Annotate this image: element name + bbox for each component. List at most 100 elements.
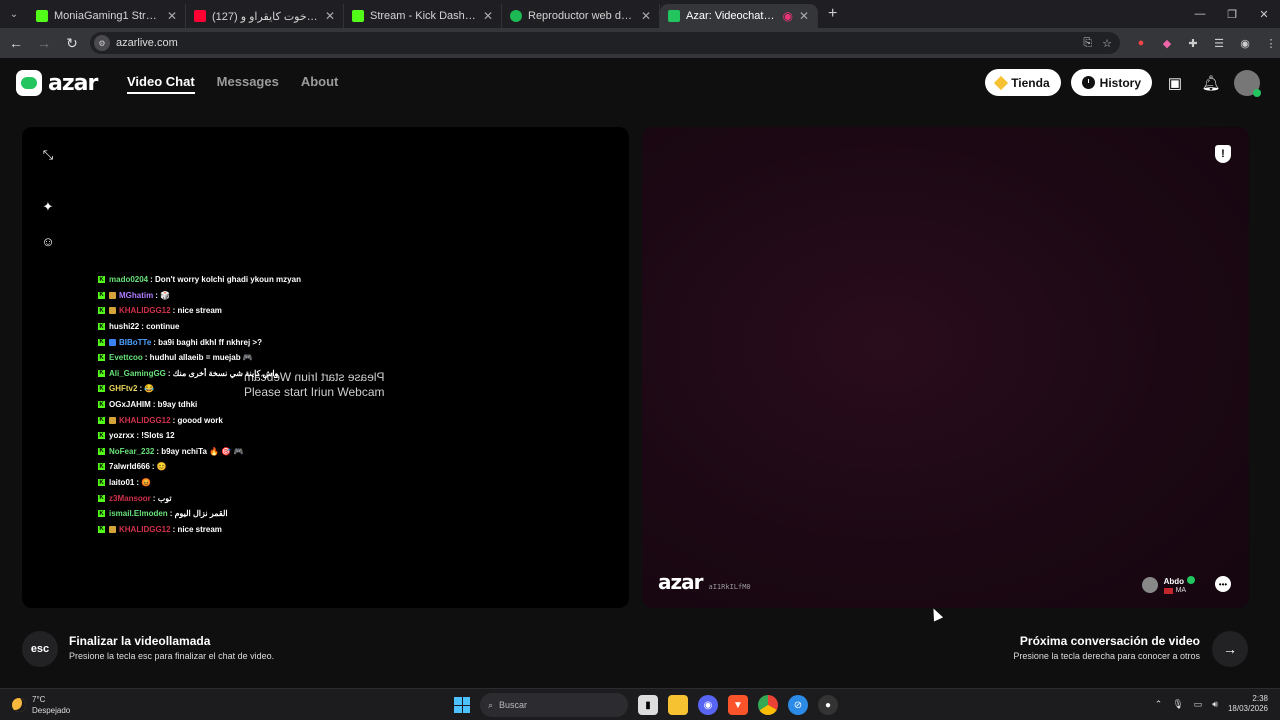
brave-icon[interactable]: ▼ — [728, 695, 748, 715]
next-arrow-button[interactable]: → — [1212, 631, 1248, 667]
site-info-icon[interactable]: ⚙ — [94, 35, 110, 51]
profile-icon[interactable]: ◉ — [1238, 36, 1252, 50]
weather-widget[interactable]: 7°C Despejado — [12, 694, 70, 716]
nav-video-chat[interactable]: Video Chat — [127, 74, 195, 94]
chrome-icon[interactable] — [758, 695, 778, 715]
chat-message: K 7alwrld666: 😊 — [98, 459, 301, 475]
task-view-icon[interactable]: ▮ — [638, 695, 658, 715]
obs-icon[interactable]: ● — [818, 695, 838, 715]
forward-icon[interactable]: → — [32, 31, 56, 55]
chat-username: ismail.Elmoden — [109, 509, 168, 519]
maximize-icon[interactable]: ❐ — [1216, 0, 1248, 28]
peer-info[interactable]: Abdo MA — [1141, 576, 1195, 594]
chat-username: hushi22 — [109, 322, 140, 332]
network-icon[interactable]: ▭ — [1194, 699, 1203, 710]
kick-badge-icon: K — [98, 291, 105, 299]
tab-close-icon[interactable]: ✕ — [483, 9, 493, 23]
browser-tab[interactable]: Stream - Kick Dashboard ✕ — [344, 4, 502, 28]
peer-avatar — [1141, 577, 1158, 593]
inbox-icon[interactable]: ▣ — [1162, 70, 1188, 96]
bookmark-star-icon[interactable]: ☆ — [1102, 37, 1112, 50]
tab-close-icon[interactable]: ✕ — [641, 9, 651, 23]
chat-username: MGhatim — [119, 290, 154, 300]
minimize-icon[interactable]: — — [1184, 0, 1216, 28]
kick-badge-icon: K — [98, 385, 105, 393]
browser-menu-icon[interactable]: ⋮ — [1264, 36, 1278, 50]
browser-tab[interactable]: Reproductor web de Spotify: m ✕ — [502, 4, 660, 28]
chat-username: 7alwrld666 — [109, 462, 150, 472]
microphone-icon[interactable]: 🎙︎ — [1172, 699, 1183, 710]
extension-pink-icon[interactable]: ◆ — [1160, 36, 1174, 50]
chat-message: K GHFtv2: 😂 — [98, 381, 301, 397]
extension-red-icon[interactable]: ● — [1134, 36, 1148, 50]
kick-badge-icon: K — [98, 323, 105, 331]
chat-message: K MGhatim : 🎲 — [98, 288, 301, 304]
tab-close-icon[interactable]: ✕ — [325, 9, 335, 23]
reading-list-icon[interactable]: ☰ — [1212, 36, 1226, 50]
nav-messages[interactable]: Messages — [217, 74, 279, 94]
main-nav: Video Chat Messages About — [127, 74, 338, 94]
reload-icon[interactable]: ↻ — [60, 31, 84, 55]
tab-label: MoniaGaming1 Stream - Watch — [54, 10, 161, 22]
chat-message: K KHALIDGG12: nice stream — [98, 303, 301, 319]
azar-favicon-icon — [668, 10, 680, 22]
tab-search-icon[interactable]: ⌄ — [0, 0, 28, 28]
chat-message: Klaito01: 😡 — [98, 475, 301, 491]
tab-close-icon[interactable]: ✕ — [167, 9, 177, 23]
address-bar[interactable]: ⚙ azarlive.com ⎘ ☆ — [90, 32, 1120, 54]
magic-wand-icon[interactable]: ✦ — [40, 199, 56, 215]
chat-text: : nice stream — [172, 306, 222, 316]
taskbar-clock[interactable]: 2:38 18/03/2026 — [1228, 694, 1268, 714]
end-call-button[interactable]: esc — [22, 631, 58, 667]
discord-icon[interactable]: ◉ — [698, 695, 718, 715]
volume-icon[interactable]: 🔊︎ — [1212, 699, 1218, 710]
kick-badge-icon: K — [98, 307, 105, 315]
kick-badge-icon: K — [98, 416, 105, 424]
file-explorer-icon[interactable] — [668, 695, 688, 715]
chat-text: : القمر نزال اليوم — [169, 509, 228, 519]
bell-icon[interactable]: 🔔︎ — [1198, 70, 1224, 96]
nav-about[interactable]: About — [301, 74, 339, 94]
chat-message: K NoFear_232: b9ay nchiTa 🔥 🎯 🎮 — [98, 444, 301, 460]
extensions-puzzle-icon[interactable]: ✚ — [1186, 36, 1200, 50]
chat-bubble-icon[interactable]: ••• — [1215, 576, 1231, 592]
back-icon[interactable]: ← — [4, 31, 28, 55]
end-call-hint: Presione la tecla esc para finalizar el … — [69, 651, 275, 661]
user-avatar[interactable] — [1234, 69, 1261, 97]
windows-start-icon[interactable] — [454, 697, 470, 713]
tienda-button[interactable]: Tienda — [985, 69, 1061, 96]
chat-username: KHALIDGG12 — [119, 306, 171, 316]
history-button[interactable]: History — [1070, 69, 1152, 96]
subscriber-badge-icon — [109, 525, 116, 533]
gem-icon — [994, 75, 1009, 90]
app-blue-icon[interactable]: ⊘ — [788, 695, 808, 715]
tab-close-icon[interactable]: ✕ — [799, 9, 809, 23]
tray-chevron-icon[interactable]: ⌃ — [1155, 699, 1163, 710]
browser-tab[interactable]: (127) الجزء الثاني: خوت كايقراو و ✕ — [186, 4, 344, 28]
chat-text: : واش كاينة شي نسخة أخرى منك — [167, 368, 279, 378]
kick-badge-icon: K — [98, 276, 105, 284]
azar-logo[interactable]: azar — [16, 70, 98, 96]
report-shield-icon[interactable]: ! — [1215, 145, 1231, 163]
weather-text: 7°C Despejado — [32, 694, 70, 716]
chat-message: K KHALIDGG12: goood work — [98, 412, 301, 428]
session-id: aI1RkILfM0 — [708, 583, 751, 591]
kick-badge-icon: K — [98, 479, 105, 487]
chat-username: z3Mansoor — [109, 493, 151, 503]
chat-message: Kyozrxx: !Slots 12 — [98, 428, 301, 444]
subscriber-badge-icon — [109, 338, 116, 346]
browser-tab-active[interactable]: Azar: Videochat con gente ◉ ✕ — [660, 4, 818, 28]
chat-username: Ali_GamingGG — [109, 368, 166, 378]
peer-country: MA — [1175, 587, 1187, 594]
morocco-flag-icon — [1163, 587, 1173, 594]
taskbar-search[interactable]: ⌕ Buscar — [480, 693, 628, 717]
minimize-video-icon[interactable]: ⤡ — [40, 147, 56, 163]
browser-tab[interactable]: MoniaGaming1 Stream - Watch ✕ — [28, 4, 186, 28]
cast-icon[interactable]: ⎘ — [1083, 37, 1092, 50]
face-filter-icon[interactable]: ☺ — [40, 233, 56, 249]
clock-time: 2:38 — [1252, 694, 1268, 703]
tab-label: (127) الجزء الثاني: خوت كايقراو و — [212, 10, 319, 23]
new-tab-icon[interactable]: + — [828, 5, 837, 23]
close-icon[interactable]: ✕ — [1248, 0, 1280, 28]
browser-toolbar: ← → ↻ ⚙ azarlive.com ⎘ ☆ ● ◆ ✚ ☰ ◉ ⋮ — [0, 28, 1280, 58]
